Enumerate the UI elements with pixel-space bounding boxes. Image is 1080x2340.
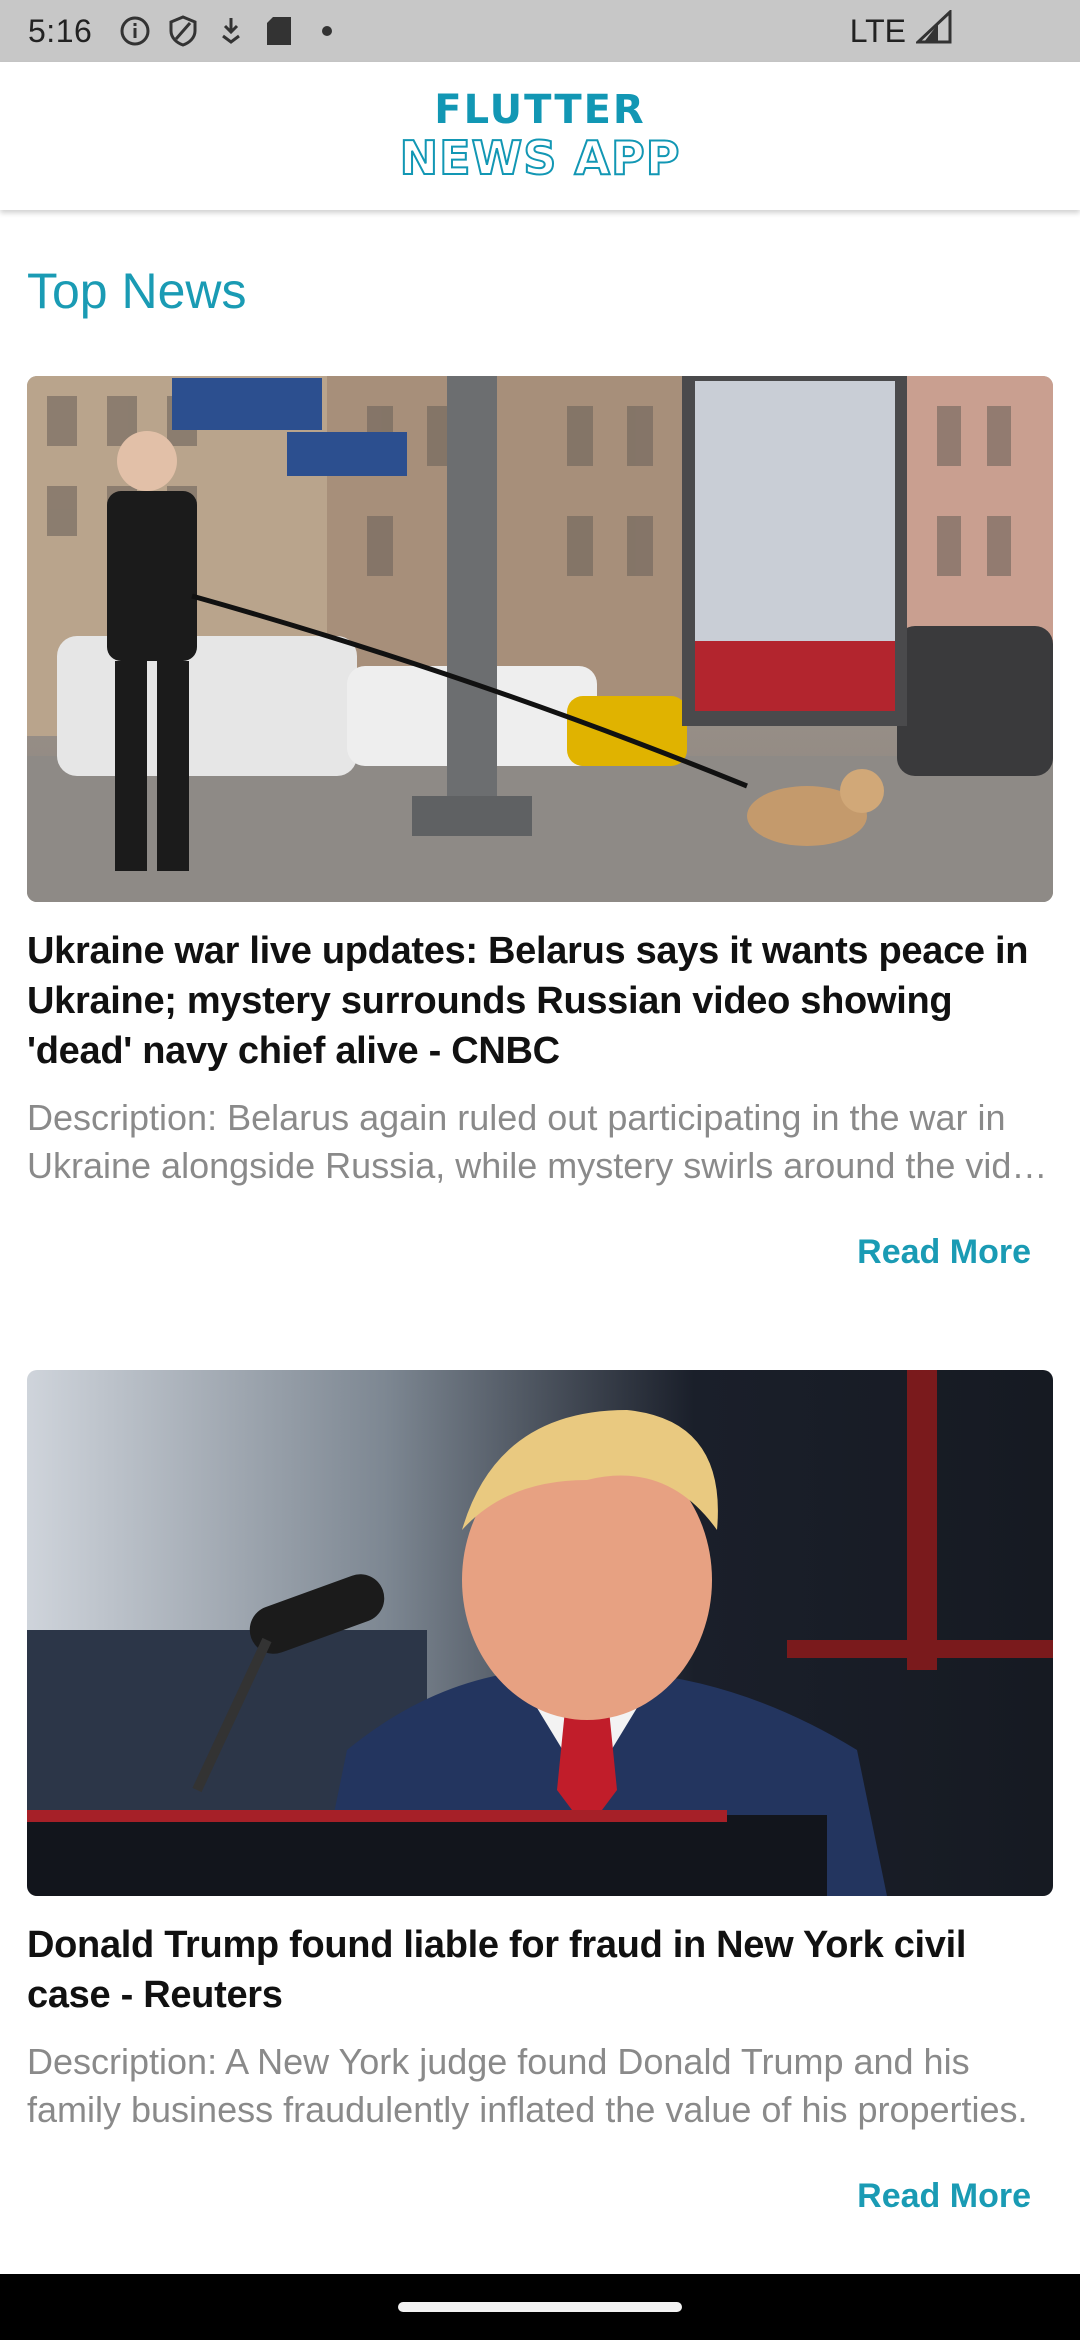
section-title: Top News	[27, 263, 247, 319]
status-bar: 5:16 LTE	[0, 0, 1080, 62]
read-more-button[interactable]: Read More	[857, 1233, 1031, 1272]
shield-icon	[166, 14, 200, 48]
read-more-button[interactable]: Read More	[857, 2177, 1031, 2216]
signal-icon	[914, 8, 952, 52]
info-icon	[118, 14, 152, 48]
sd-card-icon	[262, 14, 296, 48]
download-icon	[214, 14, 248, 48]
news-card-image[interactable]	[27, 1370, 1053, 1896]
network-type-label: LTE	[849, 12, 906, 49]
app-bar: FLUTTER NEWS APP	[0, 62, 1080, 210]
news-card-image[interactable]	[27, 376, 1053, 902]
app-logo-line1: FLUTTER	[434, 87, 646, 133]
dot-icon	[310, 14, 344, 48]
news-card-title[interactable]: Donald Trump found liable for fraud in N…	[27, 1920, 1053, 2020]
street-scene-photo	[27, 376, 1053, 902]
news-feed[interactable]: Top News Ukraine war live updates: Belar…	[0, 210, 1080, 2274]
news-card-title[interactable]: Ukraine war live updates: Belarus says i…	[27, 926, 1053, 1076]
status-connectivity: LTE	[849, 8, 952, 52]
home-gesture-handle[interactable]	[398, 2302, 682, 2312]
system-navigation-bar	[0, 2274, 1080, 2340]
speaker-podium-photo	[27, 1370, 1053, 1896]
news-card[interactable]: Ukraine war live updates: Belarus says i…	[27, 376, 1053, 1271]
news-card-description: Description: Belarus again ruled out par…	[27, 1097, 1052, 1186]
news-card[interactable]: Donald Trump found liable for fraud in N…	[27, 1370, 1053, 2215]
app-logo-line2: NEWS APP	[399, 131, 681, 185]
status-time: 5:16	[28, 12, 93, 49]
status-notification-icons	[118, 14, 344, 48]
news-card-description: Description: A New York judge found Dona…	[27, 2041, 1028, 2130]
